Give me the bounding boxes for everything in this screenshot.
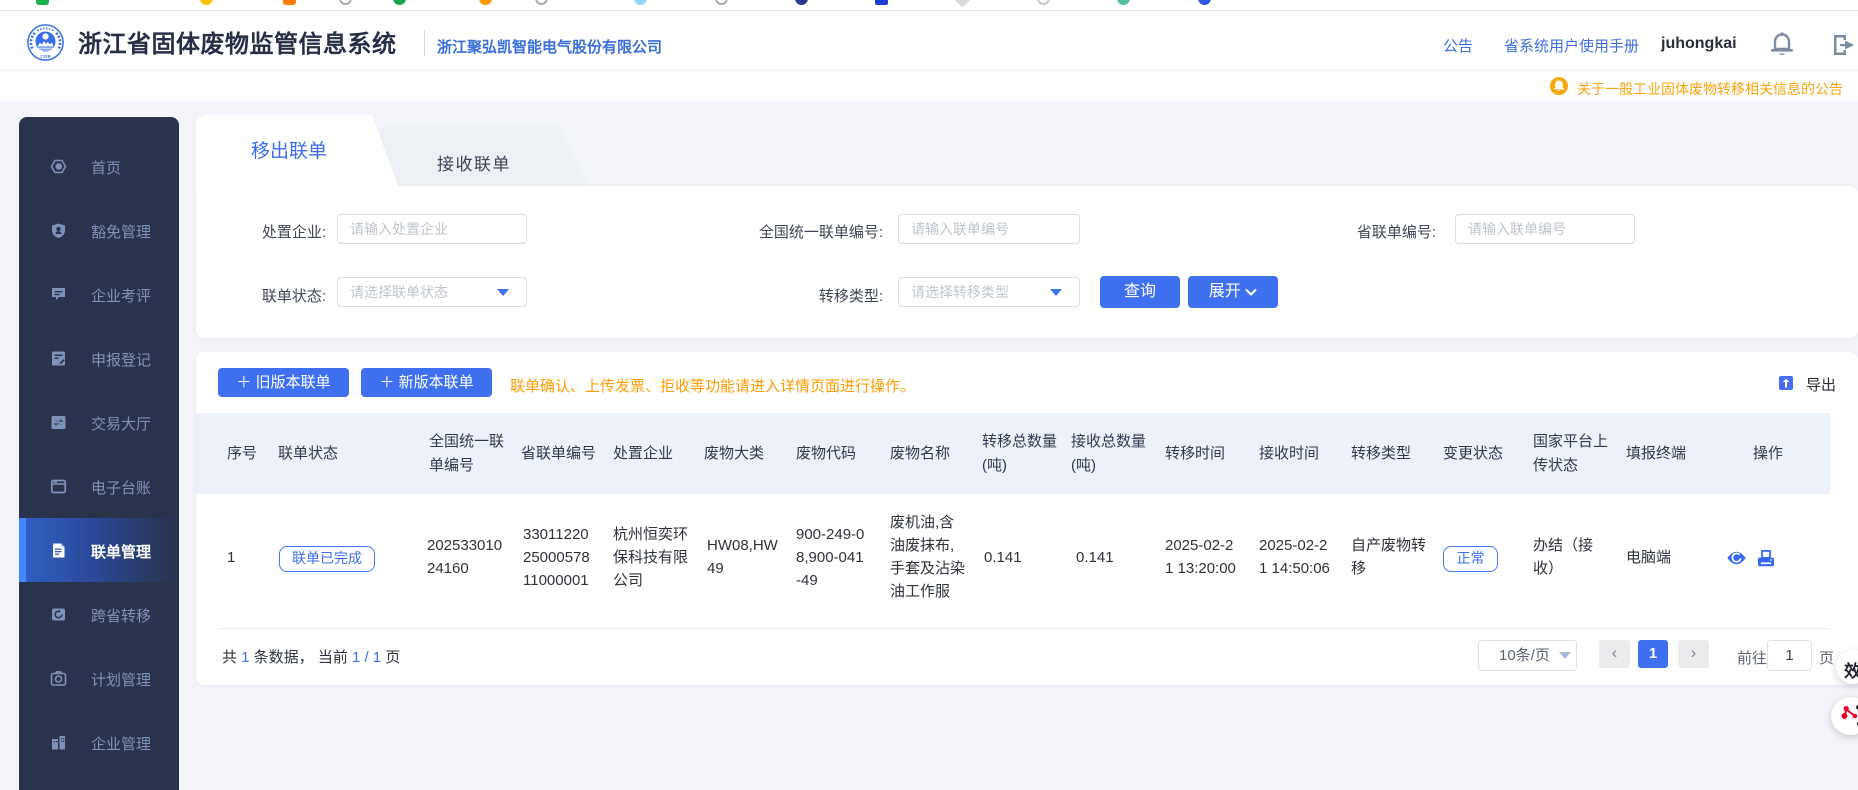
svg-text:ZJSB: ZJSB bbox=[40, 54, 50, 59]
